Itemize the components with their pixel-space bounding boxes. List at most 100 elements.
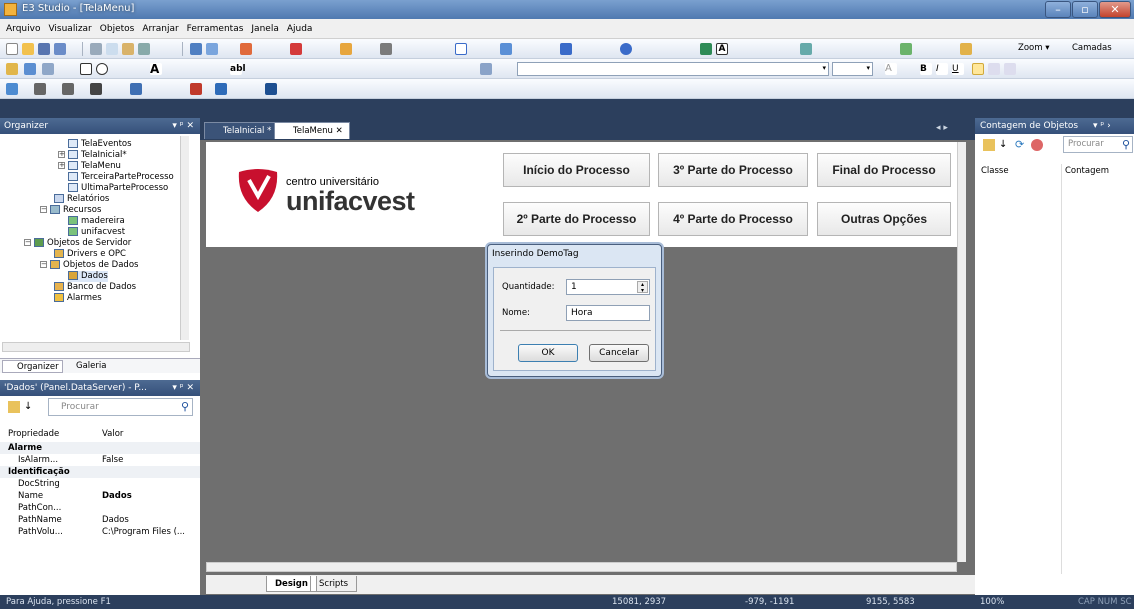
object-count-search[interactable]: Procurar ⚲ bbox=[1063, 136, 1133, 153]
maximize-button[interactable]: ▫ bbox=[1072, 1, 1098, 18]
ellipse-icon[interactable] bbox=[620, 43, 632, 55]
fill-color-icon[interactable] bbox=[6, 83, 18, 95]
textbox-icon[interactable]: abl bbox=[230, 63, 246, 75]
prop-row-pathcon[interactable]: PathCon... bbox=[0, 502, 200, 514]
checkbox-icon[interactable] bbox=[80, 63, 92, 75]
tree-item-objetos-dados[interactable]: − Objetos de Dados bbox=[40, 260, 138, 271]
menu-ferramentas[interactable]: Ferramentas bbox=[183, 19, 248, 39]
prop-group-alarme[interactable]: Alarme bbox=[0, 442, 200, 454]
editor-hscrollbar[interactable] bbox=[206, 562, 957, 572]
font-size-combo[interactable]: ▾ bbox=[832, 62, 873, 76]
prop-group-identificacao[interactable]: Identificação bbox=[0, 466, 200, 478]
line-width-icon[interactable] bbox=[62, 83, 74, 95]
tree-item-terceira[interactable]: TerceiraParteProcesso bbox=[68, 172, 174, 183]
tree-item-alarmes[interactable]: Alarmes bbox=[54, 293, 102, 304]
save-icon[interactable] bbox=[38, 43, 50, 55]
cancel-button[interactable]: Cancelar bbox=[589, 344, 649, 362]
font-color-icon[interactable]: A bbox=[885, 63, 897, 75]
cut-icon[interactable] bbox=[90, 43, 102, 55]
sort-icon[interactable]: ↓ bbox=[999, 139, 1007, 150]
tag-icon[interactable] bbox=[340, 43, 352, 55]
tree-item-telamenu[interactable]: + TelaMenu bbox=[58, 161, 121, 172]
line-color-icon[interactable] bbox=[34, 83, 46, 95]
minimize-button[interactable]: – bbox=[1045, 1, 1071, 18]
tree-item-drivers[interactable]: Drivers e OPC bbox=[54, 249, 126, 260]
open-icon[interactable] bbox=[22, 43, 34, 55]
paste-icon[interactable] bbox=[122, 43, 134, 55]
tree-item-relatorios[interactable]: Relatórios bbox=[54, 194, 109, 205]
shadow-icon[interactable] bbox=[190, 83, 202, 95]
rectangle-icon[interactable] bbox=[560, 43, 572, 55]
copy-icon[interactable] bbox=[106, 43, 118, 55]
btn-inicio-processo[interactable]: Início do Processo bbox=[503, 153, 650, 187]
italic-icon[interactable]: I bbox=[936, 63, 948, 75]
organizer-hscrollbar[interactable] bbox=[2, 342, 190, 352]
run-icon[interactable] bbox=[240, 43, 252, 55]
line-icon[interactable] bbox=[500, 43, 512, 55]
tree-item-banco[interactable]: Banco de Dados bbox=[54, 282, 136, 293]
menu-objetos[interactable]: Objetos bbox=[96, 19, 139, 39]
tab-scroll-icon[interactable]: ◂ ▸ bbox=[936, 123, 948, 133]
tree-item-ultima[interactable]: UltimaParteProcesso bbox=[68, 183, 168, 194]
underline-icon[interactable]: U bbox=[952, 63, 964, 75]
border-icon[interactable] bbox=[265, 83, 277, 95]
save-all-icon[interactable] bbox=[54, 43, 66, 55]
screen-icon[interactable] bbox=[190, 43, 202, 55]
prop-row-pathname[interactable]: PathName Dados bbox=[0, 514, 200, 526]
btn-4-parte[interactable]: 4º Parte do Processo bbox=[658, 202, 808, 236]
bold-icon[interactable]: B bbox=[920, 63, 932, 75]
frame-icon[interactable] bbox=[206, 43, 218, 55]
doc-tab-telamenu[interactable]: TelaMenu ✕ bbox=[274, 122, 350, 139]
filter-icon[interactable] bbox=[1031, 139, 1043, 151]
text-icon[interactable]: A bbox=[716, 43, 728, 55]
align-left-icon[interactable] bbox=[972, 63, 984, 75]
radio-icon[interactable] bbox=[96, 63, 108, 75]
tree-item-dados[interactable]: Dados bbox=[68, 271, 108, 282]
order-icon[interactable] bbox=[960, 43, 972, 55]
prop-row-pathvolume[interactable]: PathVolu... C:\Program Files (... bbox=[0, 526, 200, 538]
tree-item-madereira[interactable]: madereira bbox=[68, 216, 125, 227]
categorized-icon[interactable] bbox=[983, 139, 995, 151]
line-style-icon[interactable] bbox=[90, 83, 102, 95]
organizer-vscrollbar[interactable] bbox=[180, 136, 189, 340]
close-button[interactable]: ✕ bbox=[1099, 1, 1131, 18]
ok-button[interactable]: OK bbox=[518, 344, 578, 362]
close-tab-icon[interactable]: ✕ bbox=[336, 126, 343, 136]
new-icon[interactable] bbox=[6, 43, 18, 55]
categorized-icon[interactable] bbox=[8, 401, 20, 413]
tab-galeria[interactable]: Galeria bbox=[62, 360, 109, 373]
font-name-combo[interactable]: ▾ bbox=[517, 62, 829, 76]
gradient-icon[interactable] bbox=[215, 83, 227, 95]
menu-arquivo[interactable]: Arquivo bbox=[0, 19, 44, 39]
zoom-dropdown[interactable]: Zoom ▾ bbox=[1018, 43, 1049, 53]
tree-item-unifacvest[interactable]: unifacvest bbox=[68, 227, 125, 238]
search-icon[interactable]: ⚲ bbox=[1122, 137, 1130, 152]
stop-icon[interactable] bbox=[290, 43, 302, 55]
pointer-icon[interactable] bbox=[455, 43, 467, 55]
tree-item-telaeventos[interactable]: TelaEventos bbox=[68, 139, 132, 150]
btn-2-parte[interactable]: 2º Parte do Processo bbox=[503, 202, 650, 236]
align-icon[interactable] bbox=[800, 43, 812, 55]
menu-janela[interactable]: Janela bbox=[247, 19, 282, 39]
align-center-icon[interactable] bbox=[988, 63, 1000, 75]
tab-scripts[interactable]: Scripts bbox=[310, 576, 358, 592]
btn-final-processo[interactable]: Final do Processo bbox=[817, 153, 951, 187]
menu-ajuda[interactable]: Ajuda bbox=[283, 19, 317, 39]
tree-item-recursos[interactable]: − Recursos bbox=[40, 205, 101, 216]
chart-icon[interactable] bbox=[24, 63, 36, 75]
search-icon[interactable]: ⚲ bbox=[181, 400, 189, 413]
tree-item-objetos-servidor[interactable]: − Objetos de Servidor bbox=[24, 238, 131, 249]
undo-icon[interactable] bbox=[138, 43, 150, 55]
tree-item-telainicial[interactable]: + TelaInicial* bbox=[58, 150, 127, 161]
properties-search[interactable]: Procurar bbox=[48, 398, 193, 416]
qty-spinner[interactable]: ▴ ▾ bbox=[637, 281, 648, 294]
btn-outras-opcoes[interactable]: Outras Opções bbox=[817, 202, 951, 236]
alarm-viewer-icon[interactable] bbox=[42, 63, 54, 75]
tab-organizer[interactable]: Organizer bbox=[2, 360, 63, 373]
menu-arranjar[interactable]: Arranjar bbox=[138, 19, 182, 39]
qty-input[interactable]: 1 ▴ ▾ bbox=[566, 279, 650, 295]
sum-icon[interactable] bbox=[380, 43, 392, 55]
display-icon[interactable] bbox=[6, 63, 18, 75]
refresh-icon[interactable]: ⟳ bbox=[1015, 138, 1024, 151]
layers-button[interactable]: Camadas bbox=[1072, 43, 1112, 53]
